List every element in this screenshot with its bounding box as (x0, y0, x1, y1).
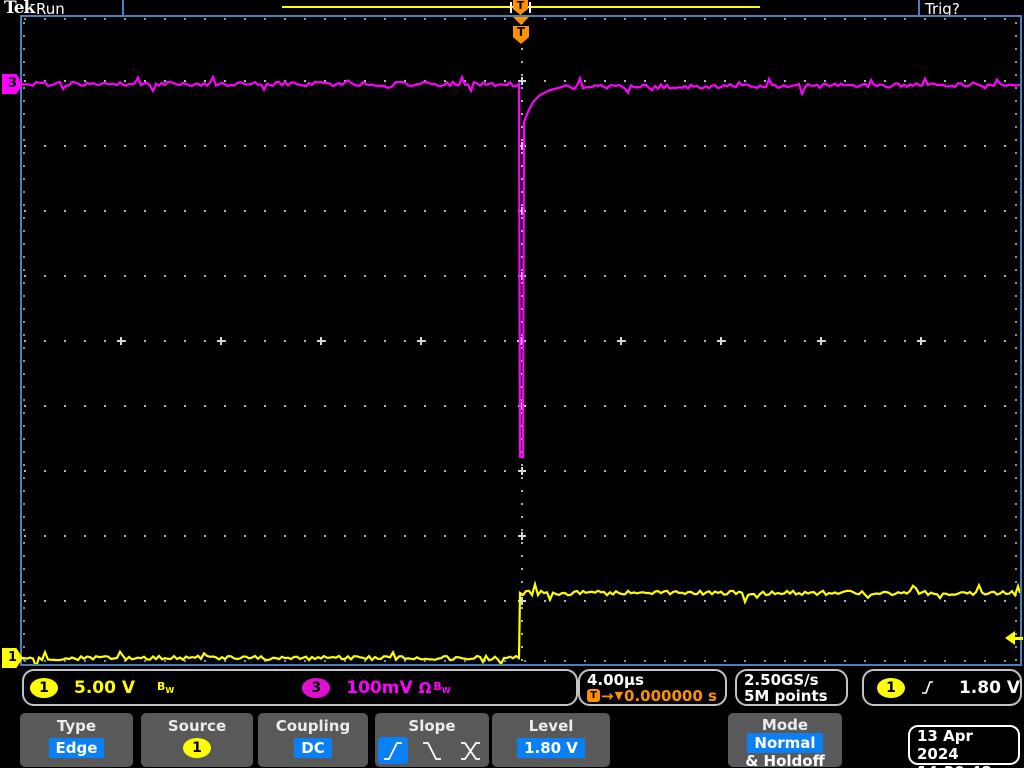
ch1-scale: 5.00 V (74, 677, 136, 698)
acquisition-readout-box: 2.50GS/s 5M points (735, 669, 848, 706)
menu-button-mode[interactable]: Mode Normal & Holdoff (728, 713, 842, 768)
trigger-t-icon: T (587, 689, 600, 702)
ch3-bandwidth-icon: BW (433, 679, 451, 696)
channel-readout-box: 1 5.00 V BW 3 100mV Ω BW (22, 669, 578, 706)
slope-rising-option[interactable] (378, 737, 408, 764)
menu-button-source[interactable]: Source 1 (141, 713, 253, 767)
datetime-box: 13 Apr 2024 14:20:48 (908, 725, 1020, 768)
sample-rate: 2.50GS/s (744, 670, 819, 689)
waveform-traces (22, 74, 1020, 664)
coupling-value: DC (294, 738, 332, 758)
trigger-source-badge: 1 (877, 677, 905, 698)
type-label: Type (56, 717, 97, 735)
ch1-trace (22, 580, 1020, 664)
mode-value: Normal (747, 733, 823, 753)
trigger-level-arrow-icon (1005, 631, 1023, 645)
slope-either-option[interactable] (456, 737, 486, 764)
level-value: 1.80 V (517, 738, 585, 758)
trigger-level-value: 1.80 V (958, 677, 1020, 698)
menu-button-slope[interactable]: Slope (375, 713, 489, 767)
trigger-time-readout: T → ▼ 0.000000 s (587, 688, 717, 704)
menu-button-type[interactable]: Type Edge (20, 713, 133, 767)
record-length: 5M points (744, 686, 828, 705)
ch3-trace (22, 74, 1020, 459)
ch3-badge: 3 (302, 677, 331, 698)
timebase-scale: 4.00µs (587, 670, 644, 689)
either-edge-icon (461, 741, 480, 760)
mode-label: Mode (761, 716, 809, 734)
trigger-readout-box: 1 1.80 V (862, 669, 1022, 706)
source-label: Source (167, 717, 227, 735)
slope-label: Slope (408, 717, 456, 735)
date-value: 13 Apr 2024 (917, 727, 973, 763)
slope-falling-option[interactable] (417, 737, 447, 764)
rising-edge-icon (922, 681, 933, 694)
level-label: Level (528, 717, 574, 735)
ch3-scale: 100mV (346, 677, 413, 698)
mode-value2: & Holdoff (745, 752, 825, 768)
menu-button-coupling[interactable]: Coupling DC (258, 713, 368, 767)
type-value: Edge (48, 738, 105, 758)
time-value: 14:20:48 (917, 763, 1018, 768)
ch3-impedance: Ω (418, 678, 432, 697)
ch1-bandwidth-icon: BW (157, 679, 175, 696)
timebase-readout-box: 4.00µs T → ▼ 0.000000 s (578, 669, 727, 706)
source-value-badge: 1 (183, 738, 211, 758)
rising-edge-icon (384, 741, 402, 760)
falling-edge-icon (423, 741, 441, 760)
ch1-badge: 1 (30, 677, 58, 698)
coupling-label: Coupling (275, 717, 351, 735)
trigger-position-triangle-icon (513, 17, 529, 25)
menu-button-level[interactable]: Level 1.80 V (492, 713, 610, 767)
oscilloscope-screen: Tek Run T Trig? T 3 1 1 5.00 V BW 3 100m… (0, 0, 1024, 768)
